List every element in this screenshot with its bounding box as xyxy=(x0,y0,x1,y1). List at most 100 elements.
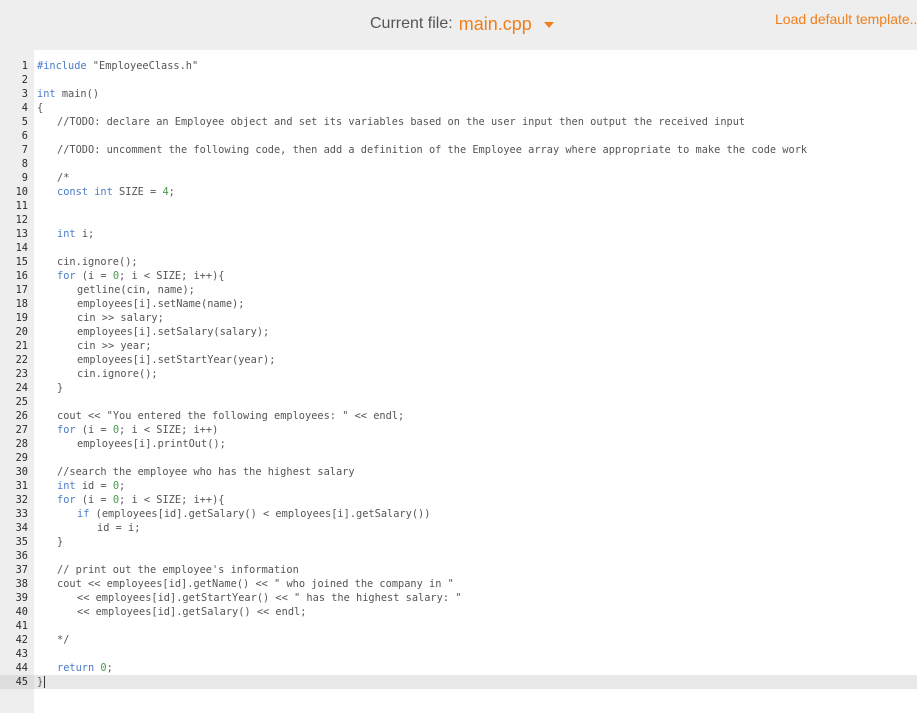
code-text[interactable]: //TODO: declare an Employee object and s… xyxy=(34,115,745,129)
code-text[interactable]: for (i = 0; i < SIZE; i++){ xyxy=(34,269,224,283)
code-text[interactable]: // print out the employee's information xyxy=(34,563,299,577)
code-line[interactable]: 13 int i; xyxy=(0,227,917,241)
code-text[interactable]: return 0; xyxy=(34,661,113,675)
code-text[interactable] xyxy=(34,647,37,661)
code-line[interactable]: 23 cin.ignore(); xyxy=(0,367,917,381)
code-text[interactable]: int i; xyxy=(34,227,94,241)
line-number: 12 xyxy=(15,214,28,226)
code-line[interactable]: 21 cin >> year; xyxy=(0,339,917,353)
code-text[interactable] xyxy=(34,395,37,409)
current-file-name[interactable]: main.cpp xyxy=(459,14,532,35)
code-text[interactable]: int id = 0; xyxy=(34,479,125,493)
code-line[interactable]: 40 << employees[id].getSalary() << endl; xyxy=(0,605,917,619)
code-line[interactable]: 15 cin.ignore(); xyxy=(0,255,917,269)
line-number: 36 xyxy=(15,550,28,562)
code-text[interactable]: } xyxy=(34,381,63,395)
code-text[interactable]: #include "EmployeeClass.h" xyxy=(34,59,198,73)
file-selector[interactable]: Current file: main.cpp xyxy=(370,11,554,37)
code-line[interactable]: 5 //TODO: declare an Employee object and … xyxy=(0,115,917,129)
code-text[interactable]: } xyxy=(34,535,63,549)
code-text[interactable] xyxy=(34,73,37,87)
code-text[interactable]: cout << employees[id].getName() << " who… xyxy=(34,577,454,591)
code-text[interactable] xyxy=(34,549,37,563)
code-line[interactable]: 45} xyxy=(0,675,917,689)
code-line[interactable]: 42 */ xyxy=(0,633,917,647)
code-text[interactable]: << employees[id].getSalary() << endl; xyxy=(34,605,306,619)
code-line[interactable]: 37 // print out the employee's informatio… xyxy=(0,563,917,577)
load-default-template-link[interactable]: Load default template... xyxy=(775,11,917,29)
code-line[interactable]: 31 int id = 0; xyxy=(0,479,917,493)
code-line[interactable]: 36 xyxy=(0,549,917,563)
code-line[interactable]: 26 cout << "You entered the following emp… xyxy=(0,409,917,423)
code-text[interactable]: id = i; xyxy=(34,521,140,535)
code-line[interactable]: 44 return 0; xyxy=(0,661,917,675)
code-text[interactable]: const int SIZE = 4; xyxy=(34,185,175,199)
code-text[interactable]: cin.ignore(); xyxy=(34,255,138,269)
chevron-down-icon[interactable] xyxy=(543,22,554,28)
code-text[interactable]: int main() xyxy=(34,87,99,101)
code-line[interactable]: 10 const int SIZE = 4; xyxy=(0,185,917,199)
code-line[interactable]: 8 xyxy=(0,157,917,171)
code-text[interactable]: for (i = 0; i < SIZE; i++){ xyxy=(34,493,224,507)
code-line[interactable]: 22 employees[i].setStartYear(year); xyxy=(0,353,917,367)
code-line[interactable]: 32 for (i = 0; i < SIZE; i++){ xyxy=(0,493,917,507)
code-line[interactable]: 30 //search the employee who has the high… xyxy=(0,465,917,479)
code-line[interactable]: 34 id = i; xyxy=(0,521,917,535)
code-line[interactable]: 9 /* xyxy=(0,171,917,185)
code-line[interactable]: 4{ xyxy=(0,101,917,115)
line-number: 4 xyxy=(21,102,28,114)
code-text[interactable]: for (i = 0; i < SIZE; i++) xyxy=(34,423,218,437)
code-line[interactable]: 29 xyxy=(0,451,917,465)
code-line[interactable]: 1 #include "EmployeeClass.h" xyxy=(0,59,917,73)
code-line[interactable]: 2 xyxy=(0,73,917,87)
code-line[interactable]: 27 for (i = 0; i < SIZE; i++) xyxy=(0,423,917,437)
code-text[interactable] xyxy=(34,451,37,465)
code-text[interactable]: if (employees[id].getSalary() < employee… xyxy=(34,507,430,521)
code-line[interactable]: 7 //TODO: uncomment the following code, t… xyxy=(0,143,917,157)
line-number: 43 xyxy=(15,648,28,660)
code-line[interactable]: 41 xyxy=(0,619,917,633)
code-text[interactable]: cin >> year; xyxy=(34,339,151,353)
code-line[interactable]: 18 employees[i].setName(name); xyxy=(0,297,917,311)
code-text[interactable] xyxy=(34,199,37,213)
code-text[interactable]: //TODO: uncomment the following code, th… xyxy=(34,143,807,157)
code-line[interactable]: 3 int main() xyxy=(0,87,917,101)
code-text[interactable]: cout << "You entered the following emplo… xyxy=(34,409,404,423)
code-text[interactable] xyxy=(34,129,37,143)
code-line[interactable]: 14 xyxy=(0,241,917,255)
code-line[interactable]: 35} xyxy=(0,535,917,549)
code-line[interactable]: 6 xyxy=(0,129,917,143)
code-line[interactable]: 17 getline(cin, name); xyxy=(0,283,917,297)
code-line[interactable]: 43 xyxy=(0,647,917,661)
code-text[interactable]: */ xyxy=(34,633,69,647)
code-lines[interactable]: 1 #include "EmployeeClass.h" 2 3 int main() 4… xyxy=(0,59,917,689)
code-text[interactable]: getline(cin, name); xyxy=(34,283,195,297)
code-text[interactable]: cin.ignore(); xyxy=(34,367,158,381)
code-text[interactable] xyxy=(34,213,37,227)
code-text[interactable]: employees[i].setSalary(salary); xyxy=(34,325,269,339)
code-text[interactable]: { xyxy=(34,101,43,115)
code-text[interactable]: employees[i].printOut(); xyxy=(34,437,226,451)
code-text[interactable]: << employees[id].getStartYear() << " has… xyxy=(34,591,461,605)
code-line[interactable]: 16 for (i = 0; i < SIZE; i++){ xyxy=(0,269,917,283)
code-line[interactable]: 12 xyxy=(0,213,917,227)
code-line[interactable]: 38 cout << employees[id].getName() << " w… xyxy=(0,577,917,591)
code-text[interactable] xyxy=(34,157,37,171)
code-editor[interactable]: 1 #include "EmployeeClass.h" 2 3 int main() 4… xyxy=(0,50,917,713)
code-line[interactable]: 25 xyxy=(0,395,917,409)
code-text[interactable] xyxy=(34,241,37,255)
code-line[interactable]: 20 employees[i].setSalary(salary); xyxy=(0,325,917,339)
code-text[interactable]: employees[i].setStartYear(year); xyxy=(34,353,275,367)
code-line[interactable]: 39 << employees[id].getStartYear() << " h… xyxy=(0,591,917,605)
code-line[interactable]: 19 cin >> salary; xyxy=(0,311,917,325)
code-line[interactable]: 11 xyxy=(0,199,917,213)
code-line[interactable]: 33 if (employees[id].getSalary() < employ… xyxy=(0,507,917,521)
code-text[interactable] xyxy=(34,619,37,633)
code-text[interactable]: } xyxy=(34,675,46,689)
code-text[interactable]: /* xyxy=(34,171,69,185)
code-line[interactable]: 28 employees[i].printOut(); xyxy=(0,437,917,451)
code-text[interactable]: //search the employee who has the highes… xyxy=(34,465,355,479)
code-line[interactable]: 24} xyxy=(0,381,917,395)
code-text[interactable]: employees[i].setName(name); xyxy=(34,297,244,311)
code-text[interactable]: cin >> salary; xyxy=(34,311,164,325)
